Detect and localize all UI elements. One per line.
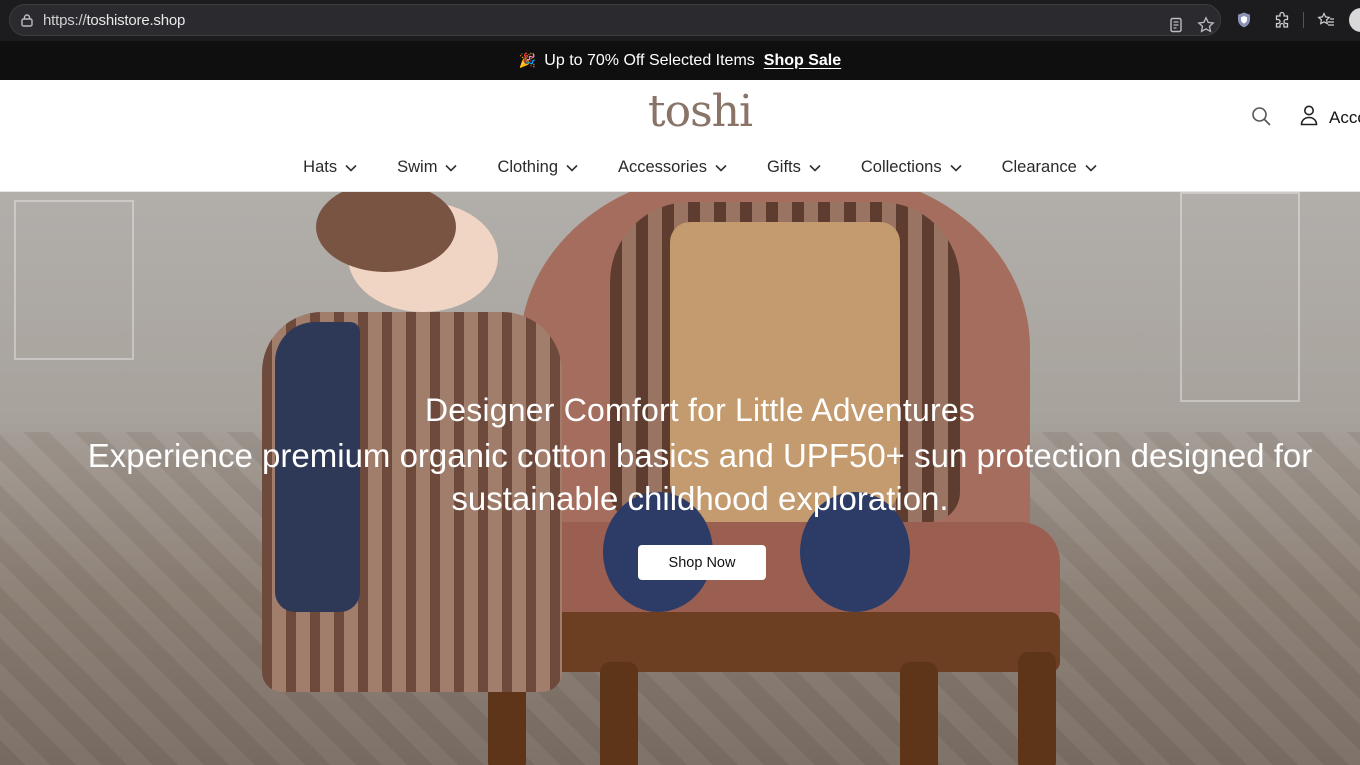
chevron-down-icon [809, 164, 821, 172]
chair-leg [600, 662, 638, 765]
wall-panel [14, 200, 134, 360]
shield-extension-icon[interactable] [1234, 10, 1254, 30]
address-bar[interactable]: https://toshistore.shop [9, 4, 1221, 36]
nav-item-gifts[interactable]: Gifts [767, 158, 821, 177]
extensions-puzzle-icon[interactable] [1273, 10, 1293, 30]
nav-item-label: Swim [397, 158, 438, 176]
main-navigation: Hats Swim Clothing Accessories Gifts Col… [0, 158, 1360, 177]
site-logo[interactable]: toshi [0, 86, 1360, 137]
favorites-icon[interactable] [1316, 10, 1336, 30]
search-icon[interactable] [1250, 105, 1272, 127]
chair-leg [900, 662, 938, 765]
chevron-down-icon [950, 164, 962, 172]
nav-item-clothing[interactable]: Clothing [497, 158, 578, 177]
nav-item-hats[interactable]: Hats [303, 158, 357, 177]
chevron-down-icon [566, 164, 578, 172]
url-text: https://toshistore.shop [43, 12, 185, 29]
shop-now-button[interactable]: Shop Now [638, 545, 766, 580]
nav-item-accessories[interactable]: Accessories [618, 158, 727, 177]
site-info-icon[interactable] [20, 13, 34, 27]
account-label: Account [1329, 107, 1360, 127]
chevron-down-icon [715, 164, 727, 172]
hero-title: Designer Comfort for Little Adventures [424, 392, 976, 428]
nav-item-label: Clearance [1001, 158, 1077, 176]
chair-rail [480, 612, 1060, 672]
announcement-text: Up to 70% Off Selected Items [544, 51, 755, 69]
wall-panel [1180, 192, 1300, 402]
nav-item-label: Clothing [497, 158, 558, 176]
url-scheme: https:// [43, 12, 87, 29]
user-icon [1299, 104, 1319, 131]
nav-item-collections[interactable]: Collections [861, 158, 962, 177]
hero-subtitle: Experience premium organic cotton basics… [87, 437, 1313, 517]
nav-item-label: Accessories [618, 158, 707, 176]
nav-item-swim[interactable]: Swim [397, 158, 458, 177]
party-popper-icon: 🎉 [518, 52, 537, 68]
nav-item-label: Collections [860, 158, 942, 176]
nav-item-label: Gifts [766, 158, 801, 176]
toolbar-separator [1303, 12, 1304, 28]
announcement-bar: 🎉 Up to 70% Off Selected Items Shop Sale [0, 41, 1360, 80]
url-host: toshistore.shop [86, 12, 186, 29]
nav-item-clearance[interactable]: Clearance [1002, 158, 1097, 177]
shop-sale-link[interactable]: Shop Sale [764, 52, 841, 70]
reader-mode-icon[interactable] [1166, 15, 1186, 35]
site-header: toshi Account Hats Swim Clothing Accesso… [0, 80, 1360, 192]
chair-leg [1018, 652, 1056, 765]
bookmark-star-icon[interactable] [1196, 15, 1216, 35]
browser-toolbar: https://toshistore.shop [0, 0, 1360, 41]
account-link[interactable]: Account [1299, 104, 1360, 131]
chevron-down-icon [1085, 164, 1097, 172]
profile-avatar[interactable] [1349, 8, 1360, 32]
nav-item-label: Hats [303, 158, 338, 176]
chevron-down-icon [445, 164, 458, 172]
hero-banner: Designer Comfort for Little Adventures E… [0, 192, 1360, 765]
chevron-down-icon [345, 164, 357, 172]
